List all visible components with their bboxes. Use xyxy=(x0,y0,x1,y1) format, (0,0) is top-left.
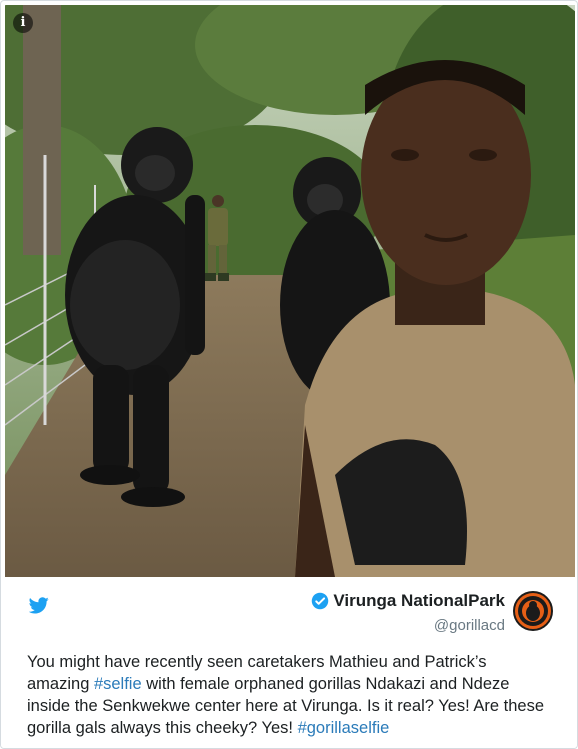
author-handle[interactable]: @gorillacd xyxy=(434,617,505,634)
tweet-text: You might have recently seen caretakers … xyxy=(27,651,547,739)
embedded-tweet-card: i Virunga NationalPark @gorillacd You mi… xyxy=(0,0,578,749)
avatar[interactable] xyxy=(513,591,553,631)
tweet-photo[interactable]: i xyxy=(5,5,575,577)
gorilla-logo-icon xyxy=(518,596,548,626)
verified-badge-icon xyxy=(312,592,329,610)
hashtag-link[interactable]: #selfie xyxy=(94,675,142,693)
selfie-photo-illustration xyxy=(5,5,575,577)
tweet-author[interactable]: Virunga NationalPark xyxy=(311,591,505,611)
author-display-name[interactable]: Virunga NationalPark xyxy=(333,591,505,610)
twitter-bird-icon[interactable] xyxy=(29,597,49,614)
hashtag-link[interactable]: #gorillaselfie xyxy=(298,719,390,737)
info-icon[interactable]: i xyxy=(13,13,33,33)
